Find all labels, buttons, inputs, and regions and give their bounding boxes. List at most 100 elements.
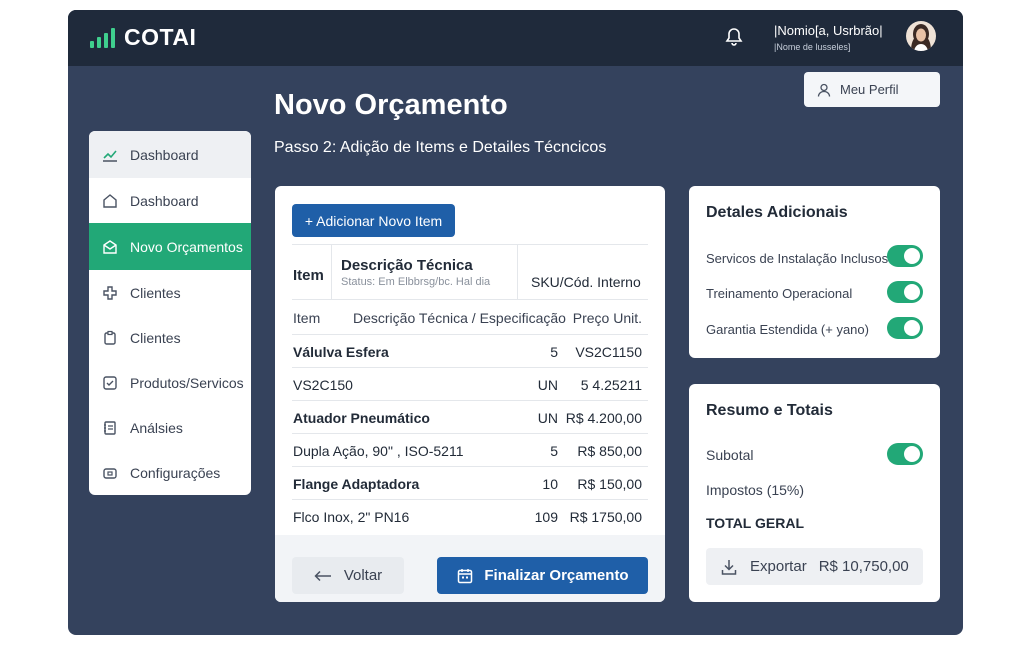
- table-header-main: Item Descrição Técnica Status: Em Elbbrs…: [292, 244, 648, 300]
- taxes-label: Impostos (15%): [706, 482, 805, 498]
- table-row[interactable]: VS2C150 UN 5 4.25211: [292, 368, 648, 401]
- export-button[interactable]: Exportar R$ 10,750,00: [706, 548, 923, 585]
- total-label: TOTAL GERAL: [706, 515, 804, 531]
- sidebar-item-label: Clientes: [130, 329, 181, 346]
- table-row[interactable]: Flco Inox, 2" PN16 109 R$ 1750,00: [292, 500, 648, 533]
- sidebar-item-novo-orcamentos[interactable]: Novo Orçamentos: [89, 223, 251, 270]
- user-icon: [817, 83, 831, 97]
- sidebar-item-dashboard[interactable]: Dashboard: [89, 131, 251, 178]
- sidebar-item-dashboard-home[interactable]: Dashboard: [89, 178, 251, 223]
- page-title: Novo Orçamento: [274, 89, 508, 121]
- finish-quote-button[interactable]: Finalizar Orçamento: [437, 557, 648, 594]
- summary-card: Resumo e Totais Subotal Impostos (15%) T…: [689, 384, 940, 602]
- top-bar: COTAI |Nomio[a, Usrbrão| |Nome de lussel…: [68, 10, 963, 66]
- installation-toggle[interactable]: [887, 245, 923, 267]
- profile-button-label: Meu Perfil: [840, 82, 899, 97]
- status-text: Status: Em Elbbrsg/bc. Hal dia: [341, 276, 491, 288]
- notebook-icon: [101, 419, 119, 437]
- finish-button-label: Finalizar Orçamento: [484, 567, 629, 584]
- sidebar-item-label: Dashboard: [130, 146, 199, 163]
- table-header-sub: Item Descrição Técnica / Especificação P…: [292, 300, 648, 335]
- option-label: Garantia Estendida (+ yano): [706, 322, 869, 337]
- bell-icon[interactable]: [723, 26, 745, 48]
- row-qty: UN: [537, 410, 558, 426]
- col-header-description: Descrição Técnica: [341, 257, 473, 274]
- col-header-specification: Descrição Técnica / Especificação: [353, 310, 566, 326]
- sidebar-item-configuracoes[interactable]: Configurações: [89, 450, 251, 495]
- row-qty: 10: [542, 476, 558, 492]
- row-qty: UN: [537, 377, 558, 393]
- settings-icon: [101, 464, 119, 482]
- user-name: |Nomio[a, Usrbrão|: [774, 23, 883, 38]
- page-subtitle: Passo 2: Adição de Items e Detailes Técn…: [274, 139, 607, 156]
- brand-name: COTAI: [124, 24, 197, 50]
- sidebar-item-label: Novo Orçamentos: [130, 238, 243, 255]
- sidebar-item-label: Clientes: [130, 284, 181, 301]
- table-row[interactable]: Atuador Pneumático UN R$ 4.200,00: [292, 401, 648, 434]
- col-header-price: Preço Unit.: [572, 310, 642, 326]
- row-name: Atuador Pneumático: [293, 410, 430, 426]
- col-header-item-sub: Item: [293, 310, 321, 326]
- items-card: + Adicionar Novo Item Item Descrição Téc…: [275, 186, 665, 602]
- sidebar-item-clientes-2[interactable]: Clientes: [89, 315, 251, 360]
- row-qty: 109: [534, 509, 558, 525]
- back-button-label: Voltar: [343, 567, 383, 584]
- row-name: VS2C150: [293, 377, 353, 393]
- puzzle-icon: [101, 284, 119, 302]
- sidebar-item-analises[interactable]: Análsies: [89, 405, 251, 450]
- row-price: R$ 150,00: [577, 476, 642, 492]
- row-price: VS2C1150: [575, 344, 642, 360]
- clipboard-icon: [101, 329, 119, 347]
- calendar-icon: [458, 568, 473, 583]
- row-name: Válulva Esfera: [293, 344, 389, 360]
- logo[interactable]: COTAI: [90, 24, 196, 51]
- home-icon: [101, 192, 119, 210]
- row-price: R$ 1750,00: [569, 509, 642, 525]
- profile-button[interactable]: Meu Perfil: [804, 72, 940, 107]
- table-row[interactable]: Flange Adaptadora 10 R$ 150,00: [292, 467, 648, 500]
- column-divider: [517, 245, 518, 299]
- sidebar-item-clientes[interactable]: Clientes: [89, 270, 251, 315]
- back-button[interactable]: Voltar: [292, 557, 404, 594]
- warranty-toggle[interactable]: [887, 317, 923, 339]
- checkbox-icon: [101, 374, 119, 392]
- training-toggle[interactable]: [887, 281, 923, 303]
- row-price: 5 4.25211: [580, 377, 642, 393]
- option-label: Servicos de Instalação Inclusos: [706, 251, 889, 266]
- total-value: R$ 10,750,00: [818, 558, 909, 575]
- logo-bars-icon: [90, 27, 118, 48]
- sidebar-item-label: Configurações: [130, 464, 221, 481]
- app-frame: COTAI |Nomio[a, Usrbrão| |Nome de lussel…: [68, 10, 963, 635]
- add-item-button[interactable]: + Adicionar Novo Item: [292, 204, 455, 237]
- arrow-left-icon: [314, 570, 331, 581]
- envelope-icon: [101, 238, 119, 256]
- row-name: Flco Inox, 2" PN16: [293, 509, 410, 525]
- row-price: R$ 4.200,00: [565, 410, 642, 426]
- row-qty: 5: [550, 443, 558, 459]
- col-header-sku: SKU/Cód. Interno: [531, 274, 641, 290]
- col-header-item: Item: [293, 267, 324, 284]
- sidebar-item-label: Análsies: [130, 419, 183, 436]
- column-divider: [331, 245, 332, 299]
- summary-title: Resumo e Totais: [706, 402, 833, 419]
- subtotal-toggle[interactable]: [887, 443, 923, 465]
- row-name: Flange Adaptadora: [293, 476, 420, 492]
- row-qty: 5: [550, 344, 558, 360]
- avatar[interactable]: [906, 21, 936, 51]
- table-row[interactable]: Válulva Esfera 5 VS2C1150: [292, 335, 648, 368]
- subtotal-label: Subotal: [706, 447, 754, 463]
- details-card: Detales Adicionais Servicos de Instalaçã…: [689, 186, 940, 358]
- chart-line-icon: [101, 146, 119, 164]
- row-name: Dupla Ação, 90" , ISO-5211: [293, 443, 464, 459]
- sidebar: Dashboard Dashboard Novo Orçamentos Clie…: [89, 131, 251, 495]
- sidebar-item-label: Produtos/Servicos: [130, 374, 244, 391]
- sidebar-item-produtos-servicos[interactable]: Produtos/Servicos: [89, 360, 251, 405]
- user-role: |Nome de lusseles]: [774, 42, 851, 52]
- card-footer: Voltar Finalizar Orçamento: [275, 535, 665, 602]
- table-row[interactable]: Dupla Ação, 90" , ISO-5211 5 R$ 850,00: [292, 434, 648, 467]
- sidebar-item-label: Dashboard: [130, 192, 199, 209]
- export-label: Exportar: [750, 558, 807, 575]
- row-price: R$ 850,00: [577, 443, 642, 459]
- download-icon: [721, 559, 737, 575]
- details-title: Detales Adicionais: [706, 204, 848, 221]
